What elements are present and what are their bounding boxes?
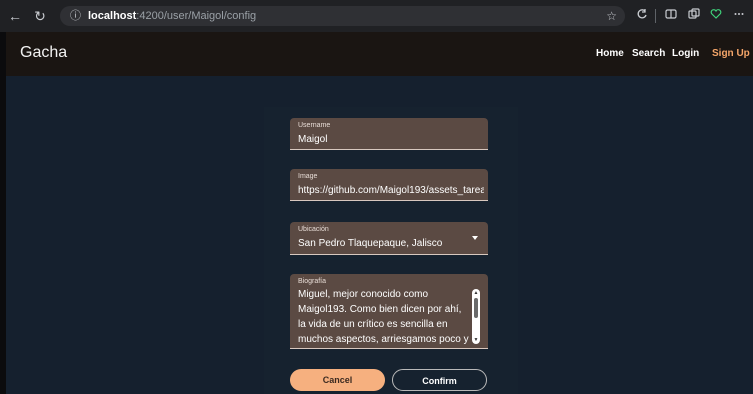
browser-chrome: ← ↻ ⓘ localhost:4200/user/Maigol/config … xyxy=(0,0,753,32)
toolbar-divider xyxy=(655,9,656,23)
location-value[interactable]: San Pedro Tlaquepaque, Jalisco xyxy=(298,238,442,249)
app-viewport: Gacha Home Search Login Sign Up Username… xyxy=(6,32,753,394)
image-field[interactable]: Image https://github.com/Maigol193/asset… xyxy=(290,169,488,201)
scroll-thumb[interactable] xyxy=(474,298,478,318)
reload-icon[interactable]: ↻ xyxy=(31,7,49,25)
more-menu-icon[interactable] xyxy=(730,7,748,25)
username-label: Username xyxy=(298,122,331,129)
biography-scrollbar[interactable]: ▲ ▼ xyxy=(472,289,480,344)
username-input[interactable]: Maigol xyxy=(298,134,327,145)
url-path: :4200/user/Maigol/config xyxy=(136,10,257,22)
nav-login[interactable]: Login xyxy=(672,48,699,59)
profile-config-card: Username Maigol Image https://github.com… xyxy=(264,107,518,394)
image-label: Image xyxy=(298,173,318,180)
scroll-down-icon[interactable]: ▼ xyxy=(472,337,480,343)
split-screen-icon[interactable] xyxy=(662,7,680,25)
url-text: localhost:4200/user/Maigol/config xyxy=(88,6,256,26)
scroll-up-icon[interactable]: ▲ xyxy=(472,290,480,296)
refresh-extension-icon[interactable] xyxy=(633,7,651,25)
site-info-icon[interactable]: ⓘ xyxy=(70,6,81,26)
image-input[interactable]: https://github.com/Maigol193/assets_tare… xyxy=(298,185,484,196)
location-label: Ubicación xyxy=(298,226,329,233)
dropdown-arrow-icon[interactable] xyxy=(472,236,478,240)
copilot-heart-icon[interactable] xyxy=(707,7,725,25)
biography-field[interactable]: Biografía Miguel, mejor conocido como Ma… xyxy=(290,274,488,349)
nav-search[interactable]: Search xyxy=(632,48,665,59)
nav-signup[interactable]: Sign Up xyxy=(712,48,750,59)
url-host: localhost xyxy=(88,10,137,22)
cancel-button[interactable]: Cancel xyxy=(290,369,385,391)
favorite-star-icon[interactable]: ☆ xyxy=(606,6,617,26)
collections-icon[interactable] xyxy=(685,7,703,25)
address-bar[interactable]: ⓘ localhost:4200/user/Maigol/config ☆ xyxy=(60,6,625,26)
confirm-button[interactable]: Confirm xyxy=(392,369,487,391)
nav-home[interactable]: Home xyxy=(596,48,624,59)
biography-label: Biografía xyxy=(298,278,327,285)
brand-title[interactable]: Gacha xyxy=(20,44,67,62)
biography-textarea[interactable]: Miguel, mejor conocido como Maigol193. C… xyxy=(298,287,470,345)
back-icon[interactable]: ← xyxy=(6,7,24,25)
app-toolbar: Gacha Home Search Login Sign Up xyxy=(6,32,753,76)
username-field[interactable]: Username Maigol xyxy=(290,118,488,150)
location-select[interactable]: Ubicación San Pedro Tlaquepaque, Jalisco xyxy=(290,222,488,255)
